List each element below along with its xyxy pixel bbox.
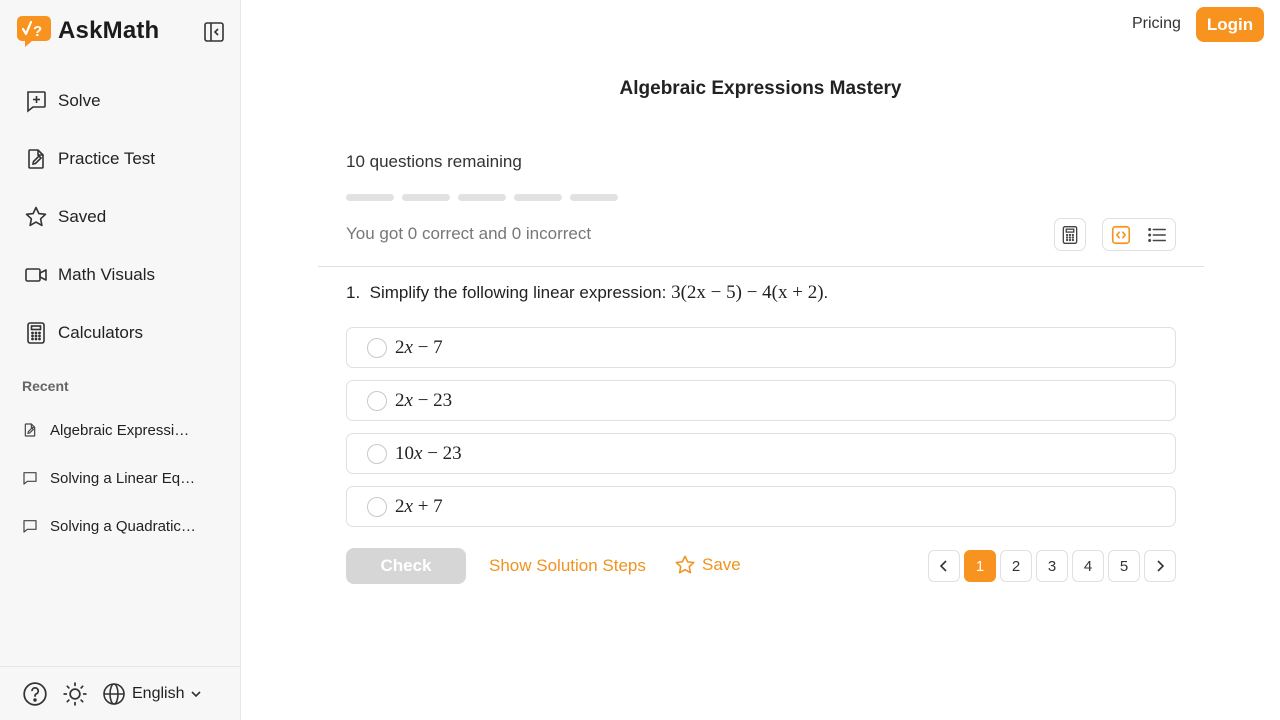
page-button[interactable]: 4 [1072, 550, 1104, 582]
video-icon [25, 268, 47, 282]
question-expression: 3(2x − 5) − 4(x + 2) [671, 282, 824, 303]
login-button[interactable]: Login [1196, 7, 1264, 42]
answer-choice[interactable]: 2x − 7 [346, 327, 1176, 368]
radio-button[interactable] [367, 496, 387, 517]
nav-item-label: Solve [58, 91, 101, 110]
recent-item-label: Solving a Quadratic Equation [50, 517, 196, 535]
check-button[interactable]: Check [346, 548, 466, 584]
language-selector[interactable]: English [102, 682, 202, 706]
progress-segment [514, 194, 562, 201]
sidebar-footer: English [0, 666, 240, 720]
progress-segment [346, 194, 394, 201]
divider [318, 266, 1204, 267]
page-button[interactable]: 5 [1108, 550, 1140, 582]
recent-list: Algebraic Expressions Mastery Solving a … [0, 406, 240, 550]
progress-segment [458, 194, 506, 201]
chat-icon [23, 520, 37, 533]
next-page-button[interactable] [1144, 550, 1176, 582]
star-icon [25, 206, 47, 227]
chevron-right-icon [1157, 560, 1165, 572]
brand[interactable]: ? AskMath [16, 14, 159, 48]
chevron-down-icon [191, 690, 202, 697]
question-prompt: Simplify the following linear expression… [369, 283, 667, 302]
theme-sun-icon[interactable] [62, 681, 88, 707]
nav-item-solve[interactable]: Solve [0, 72, 240, 130]
save-label: Save [702, 555, 741, 574]
score-summary: You got 0 correct and 0 incorrect [346, 224, 592, 243]
nav-item-label: Practice Test [58, 149, 156, 168]
practice-test-icon [24, 423, 36, 437]
prev-page-button[interactable] [928, 550, 960, 582]
nav-item-label: Saved [58, 207, 107, 226]
chat-icon [23, 472, 37, 485]
answer-choice[interactable]: 2x + 7 [346, 486, 1176, 527]
choice-expression: 2x − 7 [395, 336, 443, 358]
page-button[interactable]: 3 [1036, 550, 1068, 582]
questions-remaining: 10 questions remaining [346, 152, 522, 171]
list-view-button[interactable] [1139, 219, 1175, 250]
pagination: 1 2 3 4 5 [928, 550, 1180, 582]
nav-item-saved[interactable]: Saved [0, 188, 240, 246]
progress-segment [402, 194, 450, 201]
pricing-link[interactable]: Pricing [1132, 15, 1181, 33]
practice-test-icon [28, 149, 44, 169]
recent-item-label: Solving a Linear Equation [50, 469, 196, 487]
chevron-left-icon [939, 560, 947, 572]
radio-button[interactable] [367, 337, 387, 358]
calculator-icon [1062, 225, 1078, 244]
svg-text:?: ? [33, 23, 42, 40]
save-button[interactable]: Save [674, 554, 741, 576]
show-solution-steps-link[interactable]: Show Solution Steps [489, 556, 646, 576]
brand-name: AskMath [58, 17, 160, 44]
radio-button[interactable] [367, 390, 387, 411]
globe-icon [103, 682, 125, 705]
radio-button[interactable] [367, 443, 387, 464]
page-button[interactable]: 2 [1000, 550, 1032, 582]
progress-bar [346, 194, 626, 201]
nav-item-practice-test[interactable]: Practice Test [0, 130, 240, 188]
calculator-button[interactable] [1054, 218, 1086, 251]
choice-expression: 2x + 7 [395, 495, 443, 517]
code-bracket-icon [1111, 225, 1131, 244]
main-nav: Solve Practice Test Saved Math Visuals C… [0, 72, 240, 362]
calculator-icon [27, 322, 45, 344]
help-icon[interactable] [22, 681, 48, 707]
question-text: 1. Simplify the following linear express… [346, 282, 828, 304]
recent-item[interactable]: Solving a Linear Equation [0, 454, 240, 502]
question-number: 1. [346, 283, 361, 302]
collapse-sidebar-icon[interactable] [202, 20, 226, 44]
sidebar: ? AskMath Solve Practice Test Saved Math… [0, 0, 241, 720]
list-icon [1148, 227, 1166, 242]
nav-item-math-visuals[interactable]: Math Visuals [0, 246, 240, 304]
recent-item[interactable]: Solving a Quadratic Equation [0, 502, 240, 550]
page-title: Algebraic Expressions Mastery [619, 78, 902, 99]
nav-item-label: Calculators [58, 323, 144, 342]
nav-item-label: Math Visuals [58, 265, 156, 284]
recent-item-label: Algebraic Expressions Mastery [50, 421, 196, 439]
nav-item-calculators[interactable]: Calculators [0, 304, 240, 362]
page-button[interactable]: 1 [964, 550, 996, 582]
choice-expression: 2x − 23 [395, 389, 453, 411]
recent-title: Recent [22, 378, 69, 394]
choice-expression: 10x − 23 [395, 442, 462, 464]
answer-choices: 2x − 7 2x − 23 10x − 23 2x + 7 [346, 327, 1176, 539]
solve-icon [27, 91, 46, 113]
single-question-view-button[interactable] [1103, 219, 1139, 250]
star-icon [675, 555, 695, 574]
answer-choice[interactable]: 10x − 23 [346, 433, 1176, 474]
view-mode-toggle [1102, 218, 1176, 251]
progress-segment [570, 194, 618, 201]
askmath-logo-icon: ? [17, 16, 51, 47]
question-period: . [823, 283, 829, 302]
recent-item[interactable]: Algebraic Expressions Mastery [0, 406, 240, 454]
answer-choice[interactable]: 2x − 23 [346, 380, 1176, 421]
language-label: English [132, 684, 185, 702]
